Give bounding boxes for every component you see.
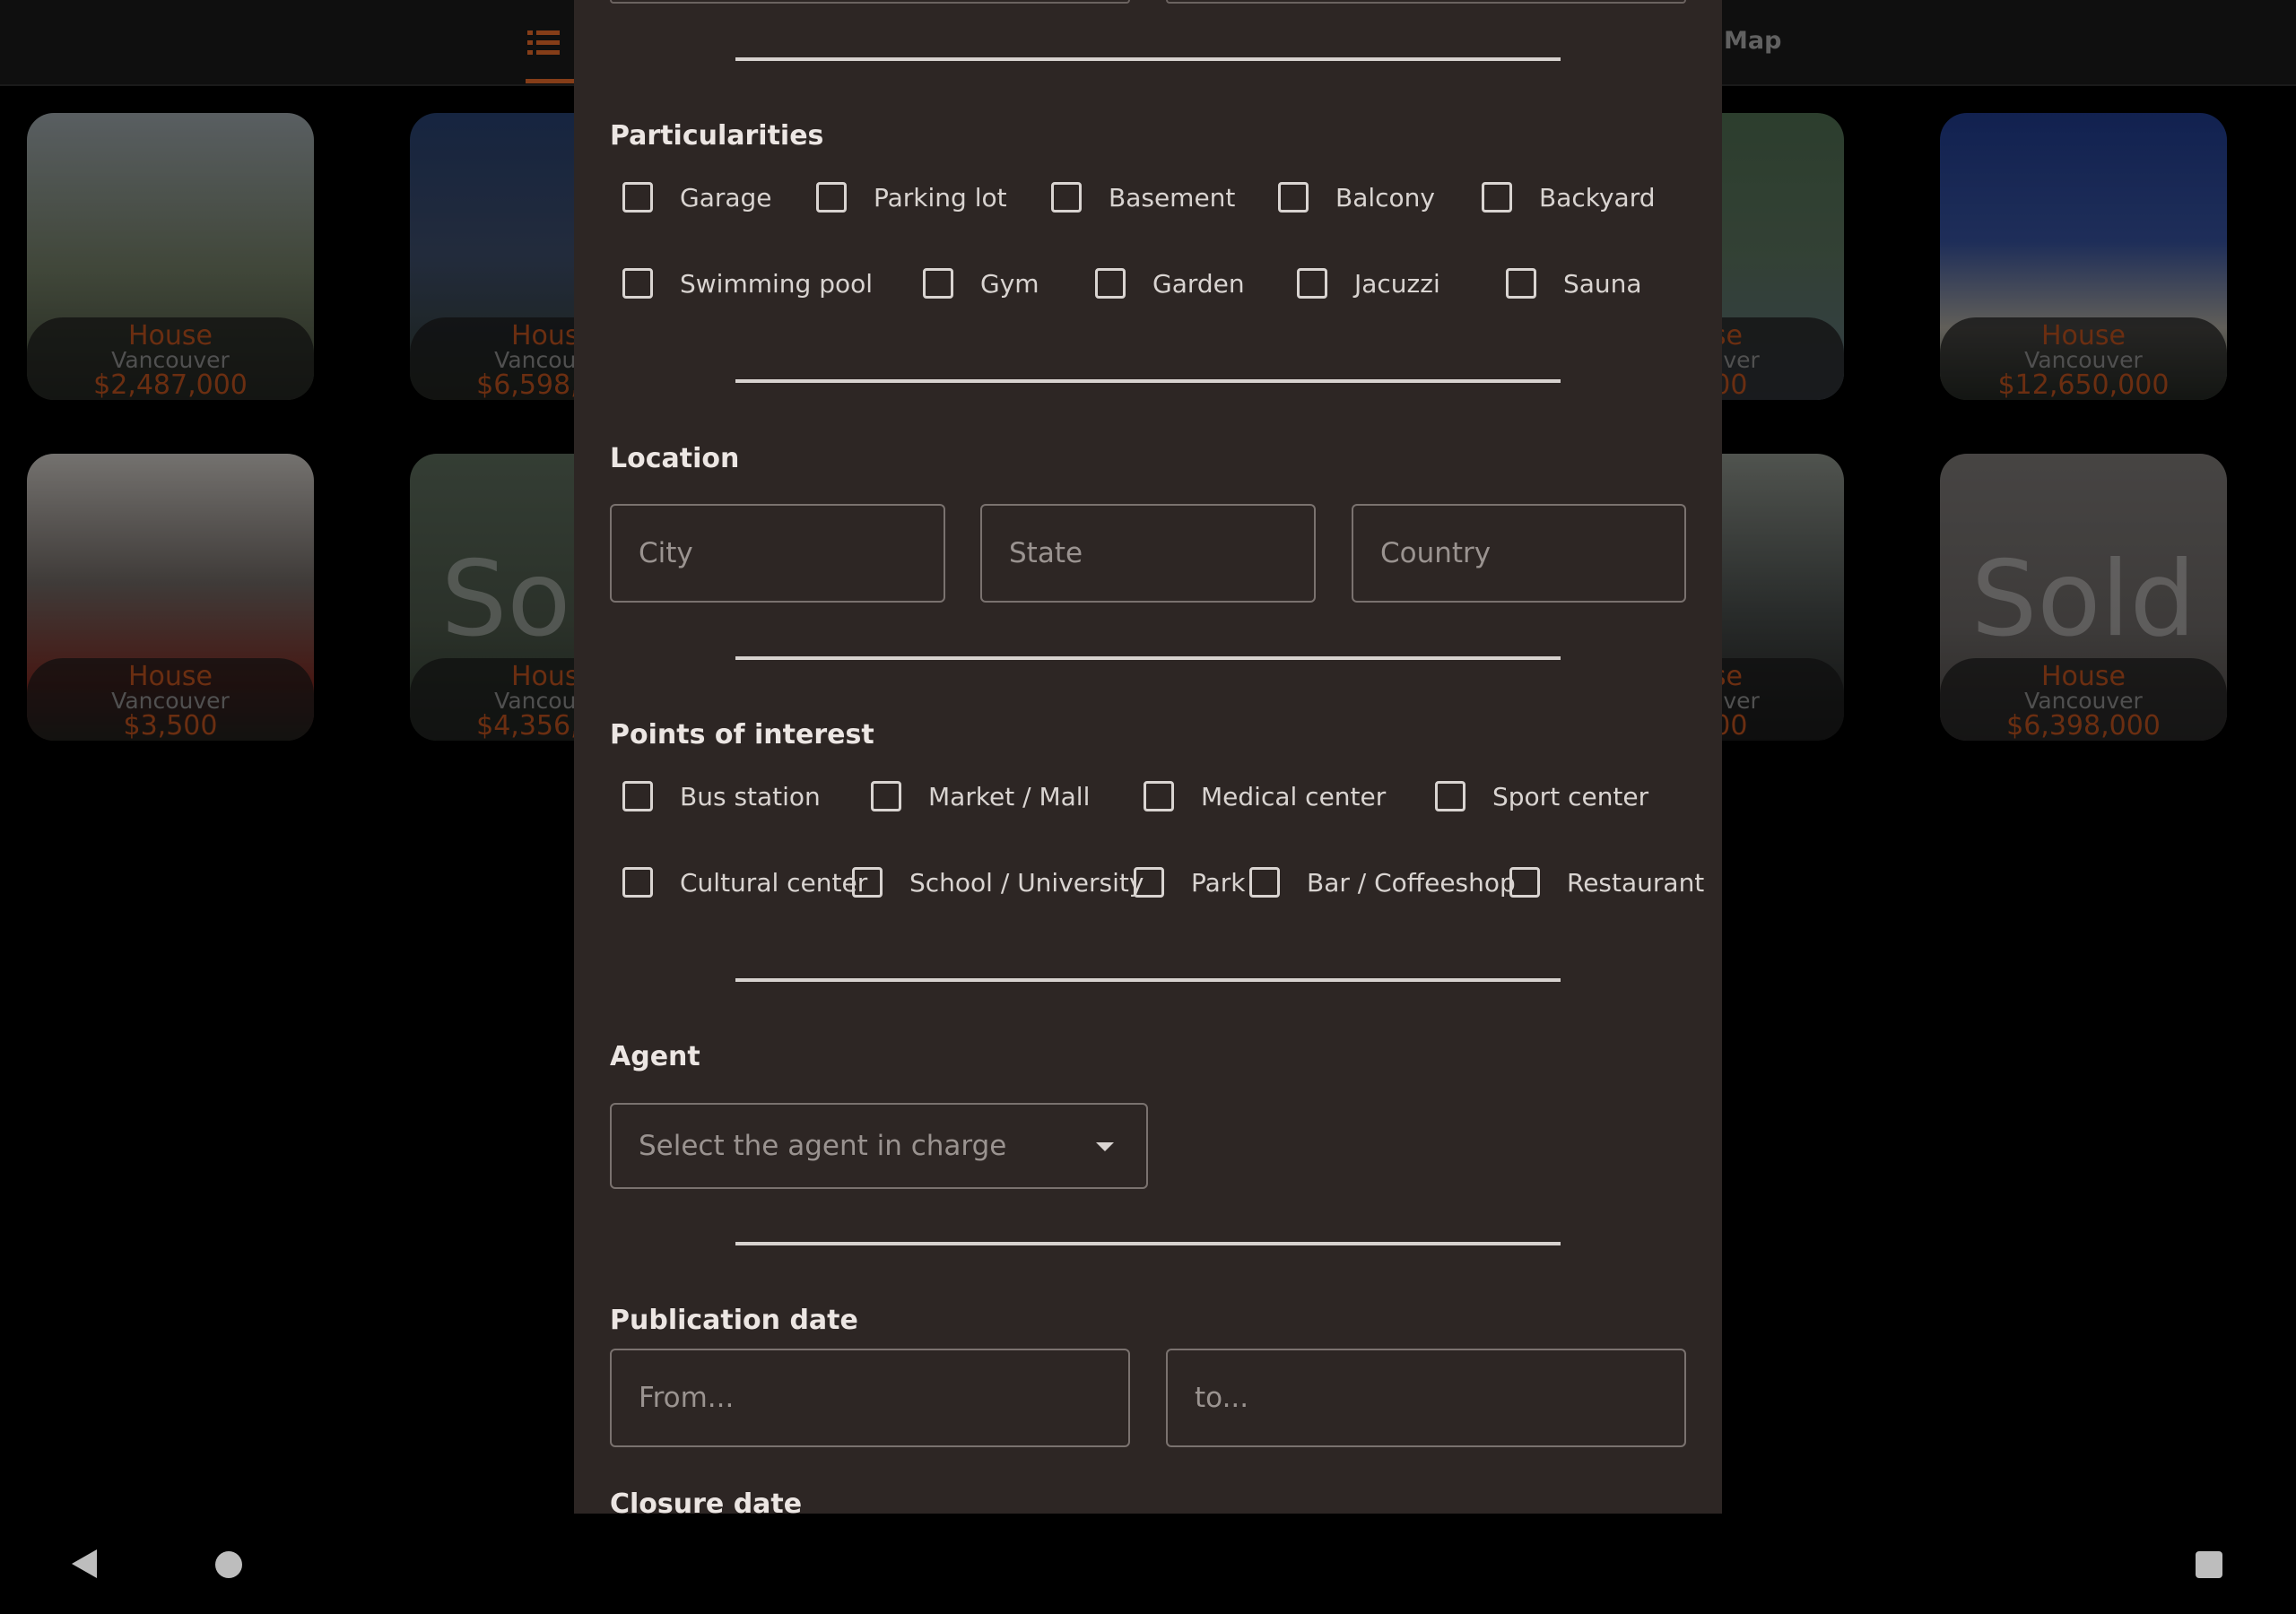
section-divider [735, 57, 1561, 61]
checkbox-box[interactable] [1249, 867, 1280, 898]
checkbox-label: Garage [680, 182, 772, 213]
checkbox-box[interactable] [1095, 268, 1126, 299]
checkbox-bar-coffeeshop[interactable]: Bar / Coffeeshop [1249, 864, 1516, 900]
checkbox-swimming-pool[interactable]: Swimming pool [622, 265, 873, 301]
country-input[interactable]: Country [1352, 504, 1686, 603]
location-title: Location [610, 443, 740, 474]
checkbox-sauna[interactable]: Sauna [1506, 265, 1642, 301]
checkbox-label: Medical center [1201, 781, 1387, 811]
checkbox-box[interactable] [923, 268, 953, 299]
city-placeholder: City [639, 537, 693, 569]
checkbox-box[interactable] [1506, 268, 1536, 299]
checkbox-cultural-center[interactable]: Cultural center [622, 864, 867, 900]
recents-icon[interactable] [2196, 1551, 2222, 1578]
agent-select-placeholder: Select the agent in charge [639, 1130, 1007, 1162]
checkbox-label: Garden [1152, 268, 1245, 299]
closure-date-title: Closure date [610, 1488, 803, 1514]
checkbox-label: School / University [909, 867, 1144, 898]
agent-title: Agent [610, 1041, 700, 1072]
dropdown-arrow-icon [1096, 1142, 1114, 1151]
checkbox-label: Backyard [1539, 182, 1656, 213]
home-icon[interactable] [215, 1551, 242, 1578]
section-divider [735, 656, 1561, 660]
checkbox-box[interactable] [1278, 182, 1309, 213]
checkbox-box[interactable] [622, 268, 653, 299]
checkbox-box[interactable] [1509, 867, 1540, 898]
range-min-field[interactable] [610, 0, 1130, 4]
state-input[interactable]: State [980, 504, 1316, 603]
publication-date-from-input[interactable]: From... [610, 1349, 1130, 1447]
checkbox-label: Bus station [680, 781, 821, 811]
checkbox-label: Balcony [1335, 182, 1435, 213]
checkbox-label: Restaurant [1567, 867, 1705, 898]
checkbox-restaurant[interactable]: Restaurant [1509, 864, 1704, 900]
checkbox-label: Basement [1109, 182, 1236, 213]
checkbox-box[interactable] [852, 867, 883, 898]
checkbox-parking-lot[interactable]: Parking lot [816, 179, 1007, 215]
particularities-title: Particularities [610, 120, 824, 152]
checkbox-box[interactable] [816, 182, 847, 213]
checkbox-school-university[interactable]: School / University [852, 864, 1144, 900]
checkbox-label: Bar / Coffeeshop [1307, 867, 1516, 898]
checkbox-market-mall[interactable]: Market / Mall [871, 778, 1090, 814]
checkbox-box[interactable] [1134, 867, 1164, 898]
city-input[interactable]: City [610, 504, 945, 603]
checkbox-box[interactable] [1297, 268, 1327, 299]
checkbox-label: Parking lot [874, 182, 1007, 213]
back-icon[interactable] [72, 1549, 97, 1578]
checkbox-jacuzzi[interactable]: Jacuzzi [1297, 265, 1440, 301]
checkbox-label: Cultural center [680, 867, 868, 898]
checkbox-box[interactable] [1051, 182, 1082, 213]
checkbox-box[interactable] [1482, 182, 1512, 213]
system-navigation-bar [0, 1514, 2296, 1614]
section-divider [735, 1242, 1561, 1245]
checkbox-sport-center[interactable]: Sport center [1435, 778, 1648, 814]
checkbox-box[interactable] [871, 781, 901, 811]
range-max-field[interactable] [1166, 0, 1686, 4]
checkbox-garden[interactable]: Garden [1095, 265, 1245, 301]
country-placeholder: Country [1380, 537, 1492, 569]
to-placeholder: to... [1195, 1382, 1249, 1414]
checkbox-bus-station[interactable]: Bus station [622, 778, 821, 814]
checkbox-box[interactable] [622, 867, 653, 898]
checkbox-backyard[interactable]: Backyard [1482, 179, 1656, 215]
checkbox-label: Market / Mall [928, 781, 1091, 811]
points-of-interest-title: Points of interest [610, 719, 874, 751]
filter-dialog: Particularities Garage Parking lot Basem… [574, 0, 1722, 1514]
checkbox-label: Park [1191, 867, 1246, 898]
publication-date-title: Publication date [610, 1305, 858, 1336]
checkbox-balcony[interactable]: Balcony [1278, 179, 1435, 215]
checkbox-park[interactable]: Park [1134, 864, 1246, 900]
checkbox-garage[interactable]: Garage [622, 179, 772, 215]
section-divider [735, 978, 1561, 982]
checkbox-box[interactable] [622, 781, 653, 811]
publication-date-to-input[interactable]: to... [1166, 1349, 1686, 1447]
from-placeholder: From... [639, 1382, 735, 1414]
checkbox-box[interactable] [1435, 781, 1465, 811]
checkbox-basement[interactable]: Basement [1051, 179, 1235, 215]
checkbox-label: Jacuzzi [1354, 268, 1440, 299]
agent-select[interactable]: Select the agent in charge [610, 1103, 1148, 1189]
checkbox-label: Swimming pool [680, 268, 874, 299]
state-placeholder: State [1009, 537, 1083, 569]
checkbox-box[interactable] [1144, 781, 1174, 811]
checkbox-gym[interactable]: Gym [923, 265, 1039, 301]
section-divider [735, 379, 1561, 383]
checkbox-box[interactable] [622, 182, 653, 213]
checkbox-label: Sport center [1492, 781, 1649, 811]
checkbox-label: Sauna [1563, 268, 1642, 299]
checkbox-medical-center[interactable]: Medical center [1144, 778, 1386, 814]
checkbox-label: Gym [980, 268, 1039, 299]
